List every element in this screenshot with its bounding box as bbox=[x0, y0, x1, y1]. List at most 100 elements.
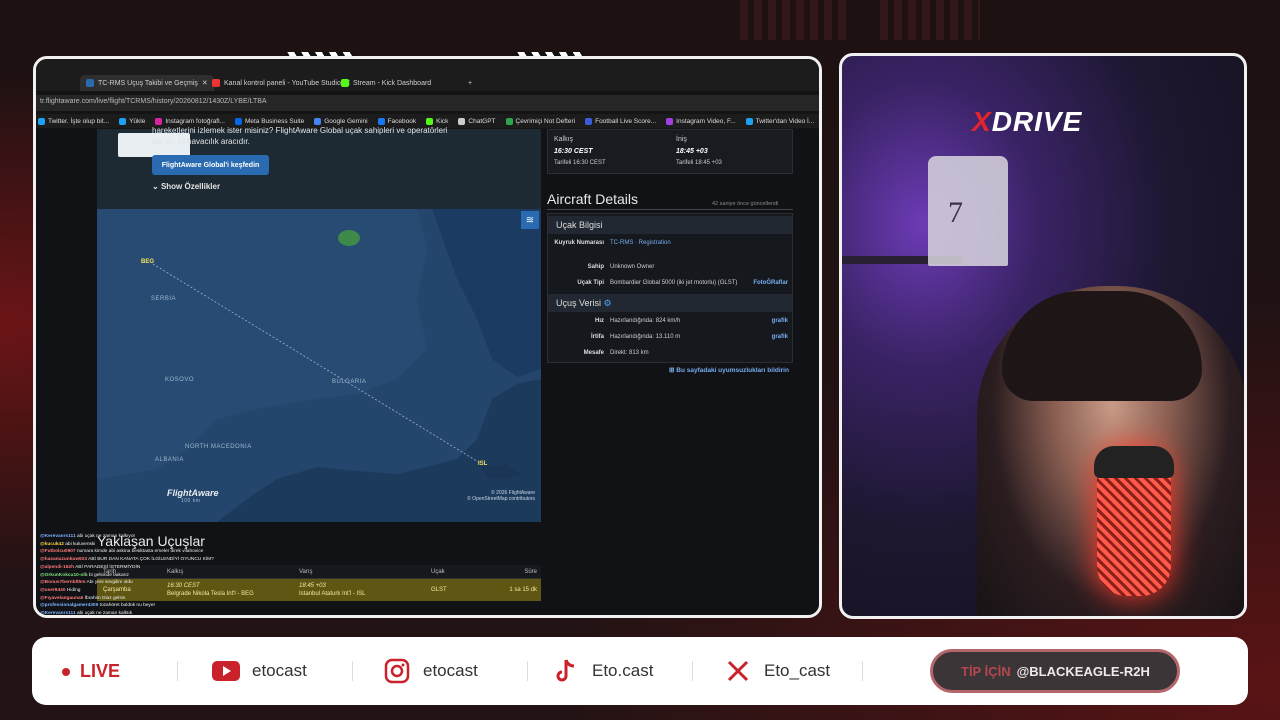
chat-message: @professionalgamer4305 tozahöret buldük … bbox=[40, 602, 270, 610]
distance-value: Direkt: 813 km bbox=[610, 350, 649, 356]
speed-value: Hazırlandığında: 824 km/h bbox=[610, 318, 681, 324]
bookmark-item[interactable]: Twitter'dan Video İ... bbox=[745, 117, 814, 125]
live-indicator: LIVE bbox=[62, 661, 120, 682]
aircraft-info-header: Uçak Bilgisi bbox=[548, 216, 792, 234]
youtube-handle[interactable]: etocast bbox=[212, 659, 307, 683]
altitude-graph-link[interactable]: grafik bbox=[772, 334, 788, 340]
chat-message: @user8440 Hiding bbox=[40, 587, 270, 595]
chat-text: bi gelsinde bakarız bbox=[88, 572, 129, 578]
flight-data-header: Uçuş Verisi ⚙ bbox=[548, 294, 792, 312]
tiktok-handle[interactable]: Eto.cast bbox=[552, 659, 653, 683]
divider bbox=[692, 661, 693, 681]
top-stripes-decor bbox=[880, 0, 980, 40]
notepad-icon bbox=[505, 117, 513, 125]
tiktok-label: Eto.cast bbox=[592, 661, 654, 680]
browser-tab-bar: TC-RMS Uçuş Takibi ve Geçmiş ✕ Kanal kont… bbox=[36, 59, 819, 91]
close-icon[interactable]: ✕ bbox=[202, 79, 208, 87]
gemini-icon bbox=[314, 117, 322, 125]
tab-label: Stream - Kick Dashboard bbox=[353, 79, 432, 87]
chat-text: numara kimde abi askina besiktasta emele… bbox=[76, 549, 204, 555]
bookmark-item[interactable]: Instagram fotoğrafl... bbox=[155, 117, 225, 125]
chat-message: @Bonus7bernblt5m Abi yeni sevgilim oldu bbox=[40, 579, 270, 587]
row-arr-time: 18:45 +03 bbox=[299, 583, 326, 589]
explore-global-button[interactable]: FlightAware Global'i keşfedin bbox=[152, 155, 269, 175]
bookmark-item[interactable]: Football Live Score... bbox=[585, 117, 656, 125]
chat-message: @Kerevanrs111 abi uçak ne zaman kalkıyor bbox=[40, 533, 270, 541]
departure-scheduled: Tarifeli 16:30 CEST bbox=[554, 160, 606, 166]
bookmark-label: Twitter. İşte olup bit... bbox=[48, 117, 110, 125]
updated-timestamp: 42 saniye önce güncellendi bbox=[712, 201, 779, 207]
meta-icon bbox=[234, 117, 242, 125]
flight-map[interactable]: ≋ SERBIA KOSOVO BULGARIA NORTH MACEDONIA… bbox=[97, 209, 541, 522]
tab-youtube-studio[interactable]: Kanal kontrol paneli - YouTube Studio✕ bbox=[212, 75, 351, 91]
chat-message: @Fıyavelangauna5 İbrahim Diaz gelsin bbox=[40, 595, 270, 603]
bookmark-item[interactable]: Kick bbox=[426, 117, 448, 125]
chat-username: @professionalgamer4305 bbox=[40, 603, 99, 609]
chat-username: @alpendi-162h bbox=[40, 564, 74, 570]
header-arrival: Varış bbox=[299, 568, 313, 575]
map-canvas bbox=[97, 209, 541, 522]
logo-x: X bbox=[972, 106, 992, 137]
bookmark-item[interactable]: Meta Business Suite bbox=[234, 117, 304, 125]
chat-overlay: @Kerevanrs111 abi uçak ne zaman kalkıyor… bbox=[40, 533, 270, 617]
chat-message: @alpendi-162h ABİ PARADESİ İSTERMİYDİN bbox=[40, 564, 270, 572]
tail-link[interactable]: TC-RMS · Registration bbox=[610, 240, 671, 246]
instagram-label: etocast bbox=[423, 661, 478, 680]
promo-line: için en iyi havacılık aracıdır. bbox=[152, 137, 250, 146]
chat-text: abi kuluvenski bbox=[65, 541, 96, 547]
chat-text: tozahöret buldük nu beyer bbox=[99, 603, 156, 609]
tip-label: TİP İÇİN bbox=[961, 663, 1011, 679]
tail-key: Kuyruk Numarası bbox=[554, 240, 604, 246]
gear-icon[interactable]: ⚙ bbox=[604, 298, 612, 308]
bookmark-item[interactable]: Instagram Video, F... bbox=[666, 117, 736, 125]
distance-key: Mesafe bbox=[583, 350, 604, 356]
header-duration: Süre bbox=[524, 568, 537, 575]
chat-username: @Fıyavelangauna5 bbox=[40, 595, 84, 601]
destination-airport-label: ISL bbox=[478, 461, 488, 467]
plus-icon: ⊞ bbox=[669, 367, 675, 374]
chat-username: @user8440 bbox=[40, 587, 66, 593]
divider bbox=[352, 661, 353, 681]
divider bbox=[177, 661, 178, 681]
xdrive-logo: XDRIVE bbox=[972, 106, 1082, 138]
chat-text: abi uçak ne zaman kalktık bbox=[76, 611, 133, 617]
map-label-north-macedonia: NORTH MACEDONIA bbox=[185, 444, 252, 450]
show-features-toggle[interactable]: ⌄ Show Özellikler bbox=[152, 182, 220, 191]
arrival-label: İniş bbox=[676, 136, 687, 143]
departure-time: 16:30 CEST bbox=[554, 148, 593, 155]
row-arr-place[interactable]: Istanbul Ataturk Int'l - ISL bbox=[299, 590, 431, 598]
departure-arrival-box: Kalkış 16:30 CEST Tarifeli 16:30 CEST İn… bbox=[547, 129, 793, 174]
divider bbox=[547, 209, 793, 210]
instagram-handle[interactable]: etocast bbox=[383, 658, 478, 684]
bookmark-item[interactable]: Çevrimiçi Not Defteri bbox=[505, 117, 575, 125]
origin-airport-label: BEG bbox=[141, 259, 155, 265]
bookmark-label: Kick bbox=[436, 117, 449, 125]
tab-flightaware[interactable]: TC-RMS Uçuş Takibi ve Geçmiş ✕ bbox=[80, 75, 214, 91]
aircraft-details-title: Aircraft Details bbox=[547, 191, 639, 207]
bookmark-item[interactable]: Facebook bbox=[377, 117, 416, 125]
streamer-hair bbox=[1002, 291, 1202, 401]
type-value: Bombardier Global 5000 (iki jet motorlu)… bbox=[610, 280, 738, 286]
tip-pill[interactable]: TİP İÇİN @BLACKEAGLE-R2H bbox=[930, 649, 1180, 693]
chatgpt-icon bbox=[458, 117, 466, 125]
layers-icon[interactable]: ≋ bbox=[521, 211, 539, 229]
chat-text: ABİ BUR DAN KANATA ÇOK İLGİLENDİYİ OYUNC… bbox=[88, 557, 214, 563]
flightaware-icon bbox=[86, 79, 94, 87]
kick-icon bbox=[341, 79, 349, 87]
new-tab-button[interactable]: + bbox=[468, 75, 472, 91]
report-discrepancy-link[interactable]: ⊞ Bu sayfadaki uyumsuzlukları bildirin bbox=[669, 366, 789, 374]
promo-text: hareketlerini izlemek ister misiniz? Fli… bbox=[152, 126, 482, 147]
bookmark-label: Instagram Video, F... bbox=[676, 117, 736, 125]
bookmark-item[interactable]: Twitter. İşte olup bit... bbox=[38, 117, 109, 125]
bookmark-item[interactable]: Yükle bbox=[119, 117, 145, 125]
tab-kick[interactable]: Stream - Kick Dashboard bbox=[341, 75, 431, 91]
bookmark-item[interactable]: Google Gemini bbox=[314, 117, 368, 125]
address-bar[interactable]: tr.flightaware.com/live/flight/TCRMS/his… bbox=[36, 95, 819, 111]
chat-username: @hasanuzunkuw923 bbox=[40, 557, 88, 563]
row-duration: 1 sa 15 dk bbox=[509, 587, 537, 593]
photos-link[interactable]: FotoĞRaflar bbox=[753, 280, 788, 286]
speed-graph-link[interactable]: grafik bbox=[772, 318, 788, 324]
bookmark-item[interactable]: ChatGPT bbox=[458, 117, 496, 125]
x-handle[interactable]: Eto_cast bbox=[724, 659, 830, 683]
speed-key: Hız bbox=[595, 318, 604, 324]
